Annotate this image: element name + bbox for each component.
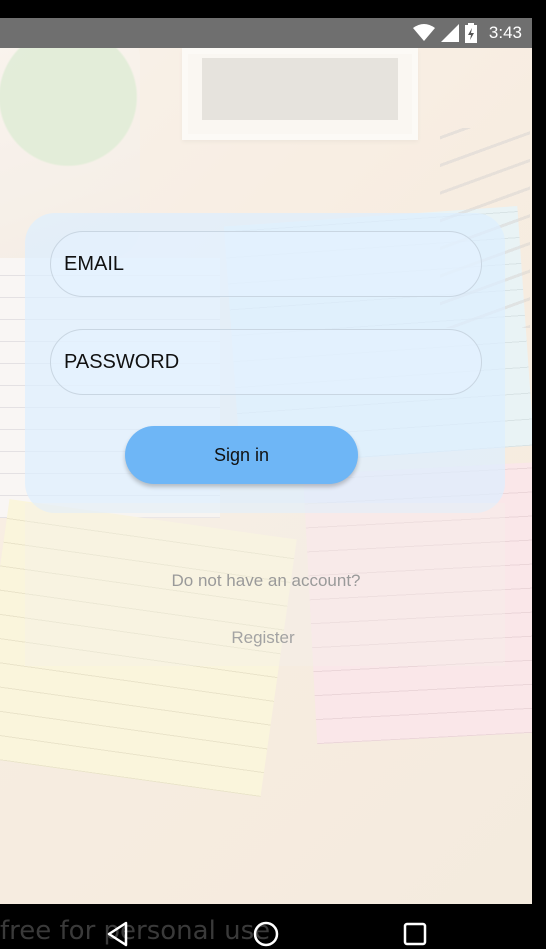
email-field[interactable]: EMAIL: [50, 231, 482, 297]
watermark-text: free for personal use: [0, 916, 271, 946]
cell-signal-icon: [440, 24, 459, 42]
sign-in-button[interactable]: Sign in: [125, 426, 358, 484]
status-icons: 3:43: [412, 22, 522, 44]
status-time: 3:43: [488, 23, 522, 42]
home-icon[interactable]: [252, 920, 280, 948]
status-bar: 3:43: [0, 0, 546, 48]
password-field[interactable]: PASSWORD: [50, 329, 482, 395]
password-placeholder: PASSWORD: [64, 350, 180, 373]
recents-icon[interactable]: [401, 920, 429, 948]
wifi-icon: [412, 24, 435, 41]
email-placeholder: EMAIL: [64, 252, 125, 275]
no-account-text: Do not have an account?: [171, 571, 361, 590]
back-icon[interactable]: [104, 920, 132, 948]
register-link[interactable]: Register: [0, 628, 526, 648]
battery-charging-icon: [464, 23, 477, 43]
